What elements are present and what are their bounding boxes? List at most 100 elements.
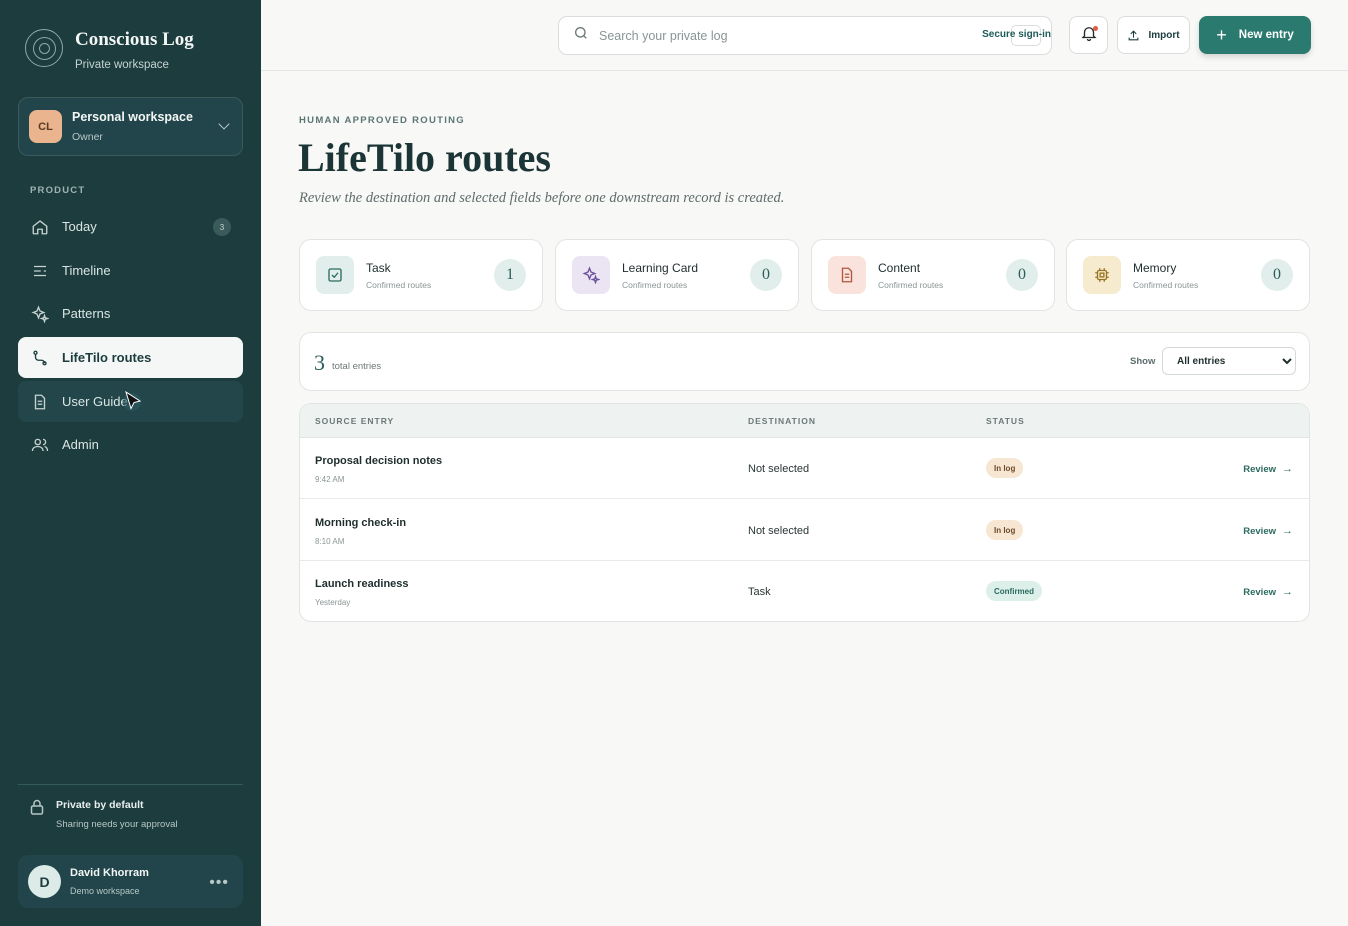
sidebar-divider <box>18 784 243 785</box>
workspace-switcher[interactable]: CL Personal workspace Owner <box>18 97 243 156</box>
entry-name: Launch readiness <box>315 578 409 590</box>
search-bar[interactable]: Secure sign-in <box>558 16 1052 55</box>
entry-time: 8:10 AM <box>315 537 345 546</box>
review-label: Review <box>1243 463 1276 475</box>
workspace-name: Personal workspace <box>72 110 193 124</box>
sidebar-item-label: Today <box>62 219 97 234</box>
sidebar: Conscious Log Private workspace CL Perso… <box>0 0 261 926</box>
sidebar-item-label: Timeline <box>62 263 111 278</box>
user-name: David Khorram <box>70 867 149 879</box>
stat-label: Learning Card <box>622 261 699 275</box>
privacy-title: Private by default <box>56 799 144 811</box>
secure-sign-in-link[interactable]: Secure sign-in <box>982 29 1051 40</box>
stat-card-task[interactable]: Task Confirmed routes 1 <box>299 239 543 311</box>
mouse-cursor-icon <box>122 390 146 414</box>
page-subtitle: Review the destination and selected fiel… <box>299 190 785 206</box>
plus-icon: + <box>1216 24 1227 45</box>
table-row[interactable]: Launch readiness Yesterday Task Confirme… <box>300 561 1309 621</box>
stat-sublabel: Confirmed routes <box>1133 280 1199 290</box>
review-label: Review <box>1243 525 1276 537</box>
table-row[interactable]: Proposal decision notes 9:42 AM Not sele… <box>300 438 1309 499</box>
arrow-right-icon: → <box>1282 586 1293 598</box>
stat-sublabel: Confirmed routes <box>878 280 944 290</box>
column-header-source: SOURCE ENTRY <box>315 416 395 426</box>
entry-name: Proposal decision notes <box>315 455 443 467</box>
timeline-icon <box>30 261 50 281</box>
column-header-status: STATUS <box>986 416 1025 426</box>
home-icon <box>30 217 50 237</box>
sidebar-item-lifetilo-routes[interactable]: LifeTilo routes <box>18 337 243 378</box>
arrow-right-icon: → <box>1282 463 1293 475</box>
table-header: SOURCE ENTRY DESTINATION STATUS <box>300 404 1309 438</box>
route-icon <box>30 348 50 368</box>
document-icon <box>30 392 50 412</box>
sidebar-item-label: User Guide <box>62 394 128 409</box>
workspace-role: Owner <box>72 131 103 143</box>
stat-sublabel: Confirmed routes <box>622 280 688 290</box>
status-badge: In log <box>986 520 1024 540</box>
brand[interactable]: Conscious Log Private workspace <box>25 29 194 71</box>
entry-destination: Not selected <box>748 525 810 537</box>
table-row[interactable]: Morning check-in 8:10 AM Not selected In… <box>300 500 1309 561</box>
page-title: LifeTilo routes <box>298 135 551 180</box>
stat-count: 0 <box>750 259 782 291</box>
entries-filter-select[interactable]: All entries <box>1162 347 1296 375</box>
sparkle-icon <box>572 256 610 294</box>
entry-time: 9:42 AM <box>315 475 345 484</box>
stat-count: 1 <box>494 259 526 291</box>
show-label: Show <box>1130 356 1156 367</box>
more-options-icon[interactable]: ••• <box>209 874 229 892</box>
upload-icon <box>1129 29 1139 40</box>
total-count-label: total entries <box>332 361 382 372</box>
review-label: Review <box>1243 586 1276 598</box>
review-link[interactable]: Review → <box>1243 463 1293 475</box>
sidebar-item-timeline[interactable]: Timeline <box>18 250 243 291</box>
users-icon <box>30 435 50 455</box>
sparkle-icon <box>30 304 50 324</box>
notifications-button[interactable] <box>1069 16 1108 54</box>
search-icon <box>573 25 589 46</box>
stat-card-memory[interactable]: Memory Confirmed routes 0 <box>1066 239 1310 311</box>
avatar: D <box>28 865 61 898</box>
review-link[interactable]: Review → <box>1243 525 1293 537</box>
privacy-subtitle: Sharing needs your approval <box>56 819 178 830</box>
sidebar-item-admin[interactable]: Admin <box>18 424 243 465</box>
brand-subtitle: Private workspace <box>75 59 169 71</box>
stat-label: Task <box>366 261 391 275</box>
sidebar-item-label: LifeTilo routes <box>62 350 152 365</box>
stat-count: 0 <box>1261 259 1293 291</box>
brand-logo-icon <box>25 29 63 67</box>
workspace-avatar: CL <box>29 110 62 143</box>
import-label: Import <box>1148 29 1180 41</box>
notification-dot <box>1093 26 1098 31</box>
stat-card-learning-card[interactable]: Learning Card Confirmed routes 0 <box>555 239 799 311</box>
lock-icon <box>30 799 46 830</box>
count-badge: 3 <box>213 218 231 236</box>
filter-bar: 3 total entries Show All entries <box>299 332 1310 391</box>
user-workspace: Demo workspace <box>70 886 140 896</box>
entry-time: Yesterday <box>315 598 351 607</box>
stat-count: 0 <box>1006 259 1038 291</box>
chevron-down-icon <box>218 118 230 130</box>
stat-sublabel: Confirmed routes <box>366 280 432 290</box>
review-link[interactable]: Review → <box>1243 586 1293 598</box>
stat-card-content[interactable]: Content Confirmed routes 0 <box>811 239 1055 311</box>
user-profile[interactable]: D David Khorram Demo workspace ••• <box>18 855 243 908</box>
new-entry-label: New entry <box>1238 29 1294 41</box>
search-input[interactable] <box>599 28 959 43</box>
brand-title: Conscious Log <box>75 29 194 50</box>
entry-destination: Task <box>748 586 771 598</box>
entry-destination: Not selected <box>748 463 810 475</box>
column-header-destination: DESTINATION <box>748 416 816 426</box>
total-count: 3 <box>314 350 325 375</box>
sidebar-item-patterns[interactable]: Patterns <box>18 293 243 334</box>
import-button[interactable]: Import <box>1117 16 1190 54</box>
document-icon <box>828 256 866 294</box>
status-badge: Confirmed <box>986 581 1042 601</box>
new-entry-button[interactable]: + New entry <box>1199 16 1311 54</box>
chip-icon <box>1083 256 1121 294</box>
routes-table: SOURCE ENTRY DESTINATION STATUS Proposal… <box>299 403 1310 622</box>
topbar: Secure sign-in Import + New entry <box>261 0 1348 71</box>
status-badge: In log <box>986 458 1024 478</box>
sidebar-item-today[interactable]: Today 3 <box>18 206 243 247</box>
